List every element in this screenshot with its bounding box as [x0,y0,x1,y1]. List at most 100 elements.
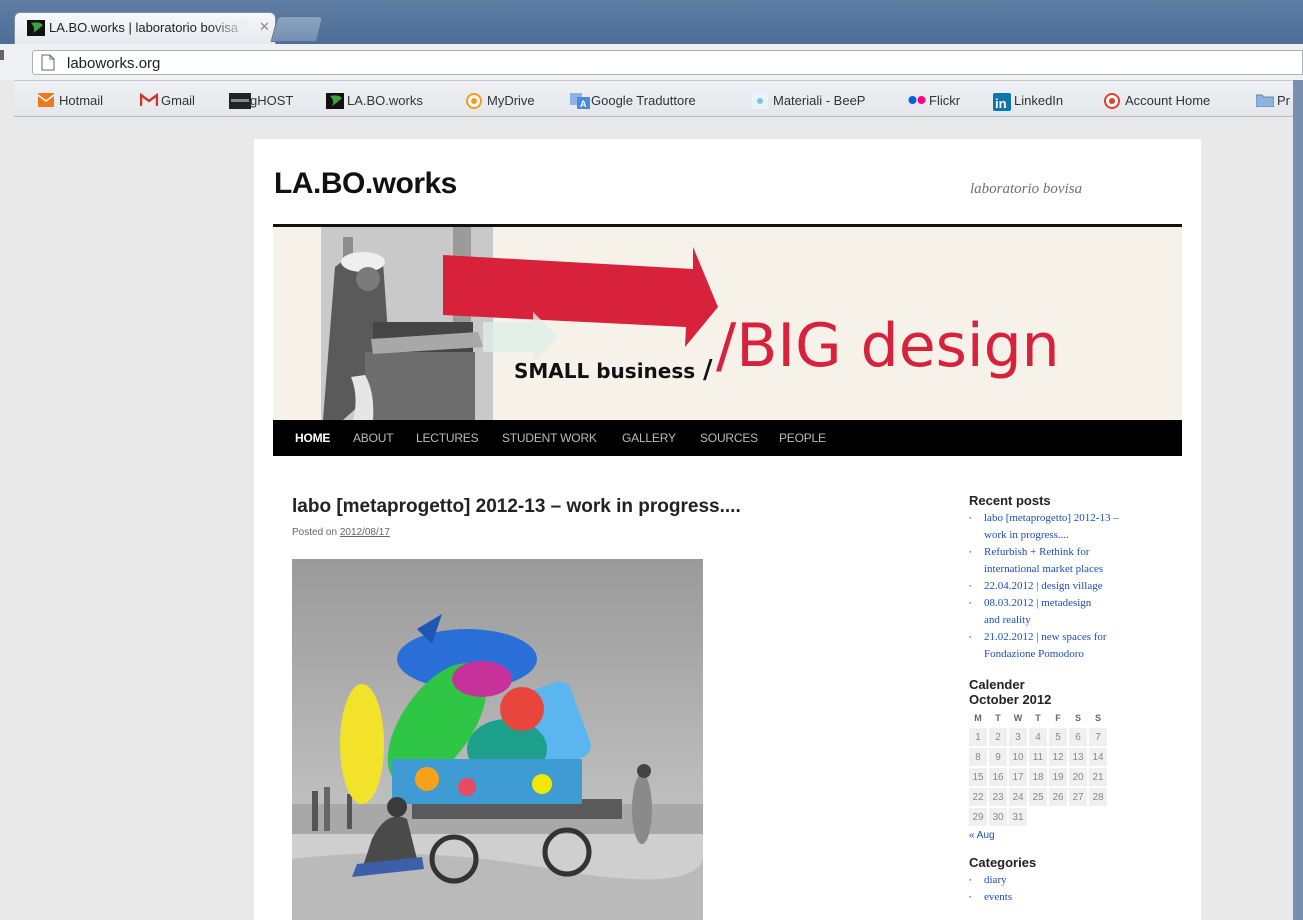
post-title[interactable]: labo [metaprogetto] 2012-13 – work in pr… [292,496,741,518]
calendar-empty [1029,808,1047,826]
calendar-day: 10 [1009,748,1027,766]
banner-slash: / [703,355,713,385]
browser-toolbar [0,44,1303,81]
recent-post-line: and reality [984,614,1031,626]
browser-tab[interactable]: LA.BO.works | laboratorio bovisa ✕ [14,12,276,44]
recent-posts-list: labo [metaprogetto] 2012-13 – work in pro… [969,510,1169,663]
recent-post-line: 22.04.2012 | design village [984,580,1103,592]
bookmark-flickr[interactable]: Flickr [908,91,960,109]
bookmark-folder[interactable]: Pr [1255,91,1290,109]
category-link[interactable]: diary [969,872,1169,889]
recent-post-link[interactable]: labo [metaprogetto] 2012-13 – work in pro… [969,510,1169,544]
calendar-day: 27 [1069,788,1087,806]
calendar-day: 1 [969,728,987,746]
calendar-day: 26 [1049,788,1067,806]
nav-lectures[interactable]: LECTURES [416,431,479,445]
main-navigation: HOME ABOUT LECTURES STUDENT WORK GALLERY… [273,420,1182,456]
flickr-icon [908,93,926,107]
folder-icon [1255,93,1275,108]
banner-big-design: /BIG design [716,311,1060,381]
recent-post-link[interactable]: 22.04.2012 | design village [969,578,1169,595]
calendar-day: 4 [1029,728,1047,746]
calendar-title: Calender [969,677,1025,692]
sidebar: Recent posts labo [metaprogetto] 2012-13… [969,493,1169,906]
calendar-day: 16 [989,768,1007,786]
account-icon [1104,93,1120,109]
calendar-day: 14 [1089,748,1107,766]
bookmark-hotmail[interactable]: Hotmail [37,91,103,109]
calendar-day: 20 [1069,768,1087,786]
calendar-empty [1049,808,1067,826]
header-banner: SMALL business / /BIG design [273,227,1182,420]
gmail-icon [139,92,159,107]
calendar-day: 5 [1049,728,1067,746]
bookmark-label: MyDrive [487,92,535,108]
bookmark-label: Materiali - BeeP [773,92,866,108]
weekday: T [1035,712,1041,723]
bookmark-linkedin[interactable]: in LinkedIn [993,91,1064,111]
weekday: S [1094,712,1101,723]
calendar-day: 8 [969,748,987,766]
recent-post-link[interactable]: 21.02.2012 | new spaces for Fondazione Po… [969,629,1169,663]
calendar-day: 19 [1049,768,1067,786]
posted-prefix: Posted on [292,527,338,538]
post-date-link[interactable]: 2012/08/17 [340,527,390,538]
weekday: T [995,712,1001,723]
window-edge [0,80,14,920]
tab-close-icon[interactable]: ✕ [259,19,270,35]
weekday: W [1013,712,1023,723]
site-description: laboratorio bovisa [970,181,1083,197]
recent-post-link[interactable]: 08.03.2012 | metadesign and reality [969,595,1169,629]
calendar-empty [1069,808,1087,826]
bookmark-materiali-beep[interactable]: Materiali - BeeP [752,91,865,109]
bookmark-gmail[interactable]: Gmail [139,91,195,109]
calendar-prev-link[interactable]: « Aug [969,830,1169,841]
recent-post-line: 21.02.2012 | new spaces for [984,631,1107,643]
bookmark-label: Flickr [929,92,961,108]
bookmark-label: gHOST [250,92,294,108]
bookmark-label: LinkedIn [1014,92,1064,108]
calendar-day: 17 [1009,768,1027,786]
beach-vendor-image [292,559,703,920]
nav-home[interactable]: HOME [295,431,330,445]
recent-post-line: Refurbish + Rethink for [984,546,1090,558]
calendar-day: 13 [1069,748,1087,766]
bookmarks-bar: Hotmail Gmail gHOST LA.BO.works MyDrive … [0,81,1303,117]
ghost-icon [229,93,251,109]
new-tab-button[interactable] [270,16,324,42]
calendar-empty [1089,808,1107,826]
bookmark-account-home[interactable]: Account Home [1104,91,1210,109]
site-title[interactable]: LA.BO.works [274,167,457,201]
beep-icon [752,93,768,109]
calendar-day: 24 [1009,788,1027,806]
post-photo[interactable] [292,559,703,920]
calendar-day: 18 [1029,768,1047,786]
recent-post-link[interactable]: Refurbish + Rethink for international mar… [969,544,1169,578]
calendar-day: 7 [1089,728,1107,746]
bookmark-laboworks[interactable]: LA.BO.works [326,91,423,109]
category-link[interactable]: events [969,889,1169,906]
bookmark-label: LA.BO.works [347,92,423,108]
bookmark-mydrive[interactable]: MyDrive [466,91,535,109]
nav-about[interactable]: ABOUT [353,431,394,445]
banner-graphic: SMALL business / /BIG design [273,227,1182,420]
address-bar[interactable] [32,50,1303,75]
page-icon [41,54,55,76]
bookmark-google-traduttore[interactable]: A Google Traduttore [570,91,696,109]
nav-gallery[interactable]: GALLERY [622,431,676,445]
calendar-month: October 2012 [969,692,1052,707]
bookmark-ghost[interactable]: gHOST [229,91,293,109]
nav-people[interactable]: PEOPLE [779,431,826,445]
calendar-day: 23 [989,788,1007,806]
nav-student-work[interactable]: STUDENT WORK [502,431,597,445]
calendar-day: 25 [1029,788,1047,806]
nav-sources[interactable]: SOURCES [700,431,758,445]
calendar-day: 29 [969,808,987,826]
calendar-day: 9 [989,748,1007,766]
hotmail-icon [37,93,55,107]
post-meta: Posted on 2012/08/17 [292,527,390,538]
calendar-table: M T W T F S S 1234567 8 9 10 11 12 13 14 15 16 1… [967,707,1109,828]
recent-post-line: Fondazione Pomodoro [984,648,1084,660]
url-input[interactable] [65,52,1269,74]
categories-list: diary events [969,872,1169,906]
